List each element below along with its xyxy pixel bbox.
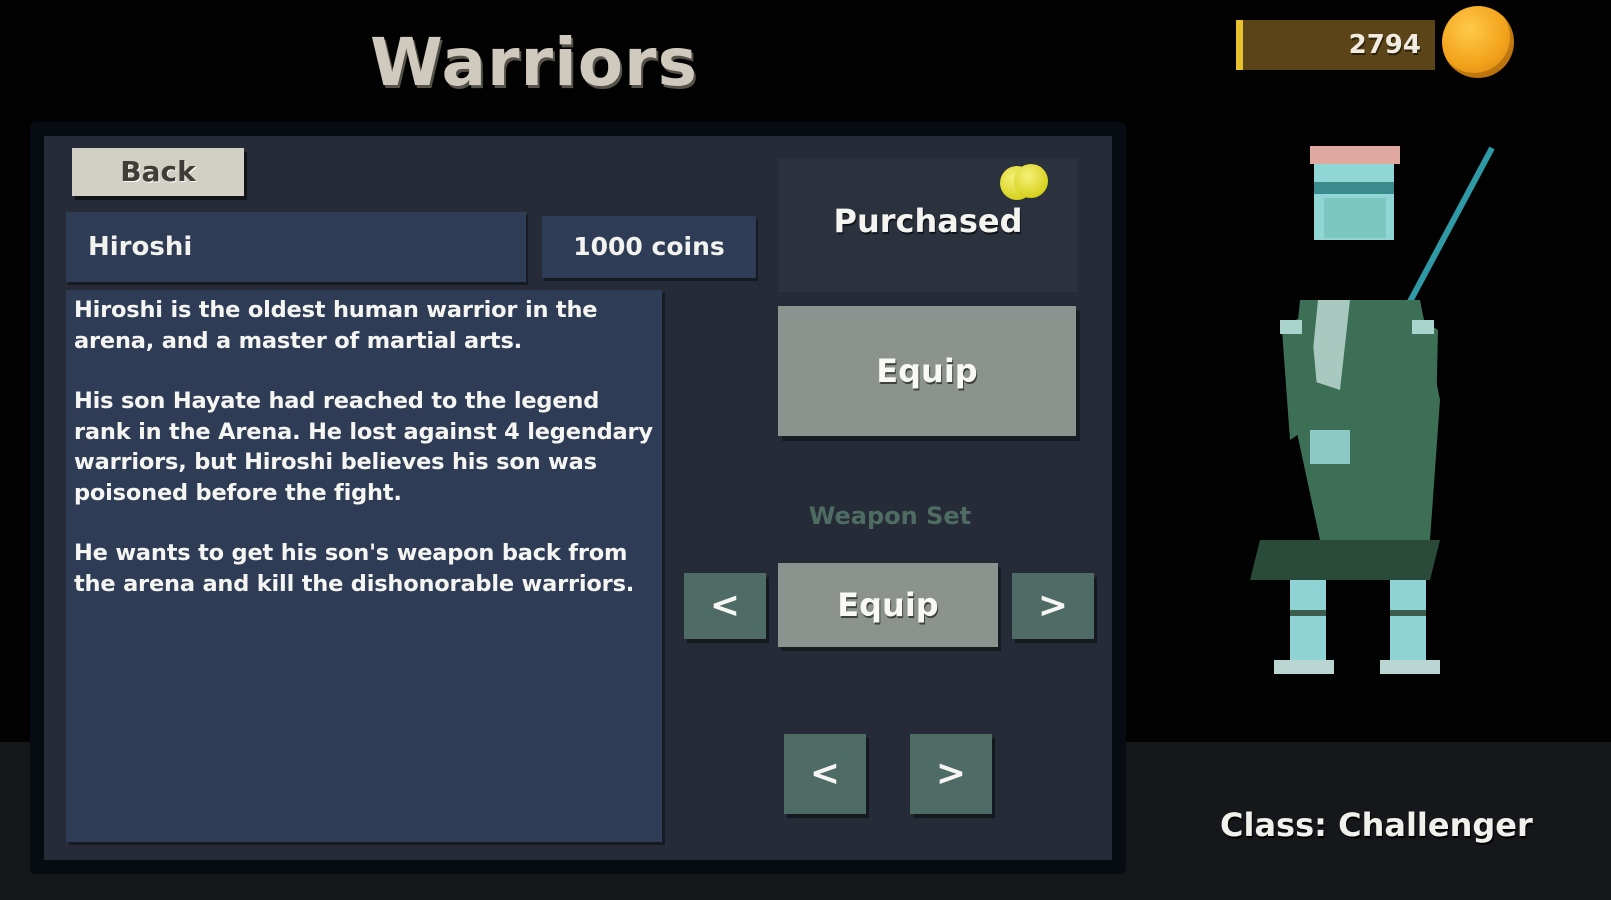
description-paragraph: He wants to get his son's weapon back fr…: [74, 540, 635, 597]
weapon-next-button[interactable]: >: [1012, 573, 1094, 639]
purchase-status: Purchased: [833, 202, 1023, 240]
coin-balance-bar: 2794: [1236, 20, 1435, 70]
warrior-price: 1000 coins: [542, 216, 756, 278]
warrior-next-button[interactable]: >: [910, 734, 992, 814]
equip-warrior-button[interactable]: Equip: [778, 306, 1076, 436]
equip-weapon-button[interactable]: Equip: [778, 563, 998, 647]
warrior-character-model: [1250, 146, 1495, 674]
description-paragraph: His son Hayate had reached to the legend…: [74, 388, 653, 506]
gold-coin-icon: [1442, 6, 1514, 78]
warrior-prev-button[interactable]: <: [784, 734, 866, 814]
page-title: Warriors: [370, 24, 698, 101]
back-button[interactable]: Back: [72, 148, 244, 196]
weapon-set-label: Weapon Set: [808, 502, 972, 530]
coin-balance: 2794: [1348, 30, 1421, 60]
warrior-name: Hiroshi: [66, 212, 526, 282]
description-paragraph: Hiroshi is the oldest human warrior in t…: [74, 297, 598, 354]
warrior-description: Hiroshi is the oldest human warrior in t…: [66, 290, 662, 842]
warrior-class: Class: Challenger: [1220, 806, 1533, 844]
weapon-prev-button[interactable]: <: [684, 573, 766, 639]
